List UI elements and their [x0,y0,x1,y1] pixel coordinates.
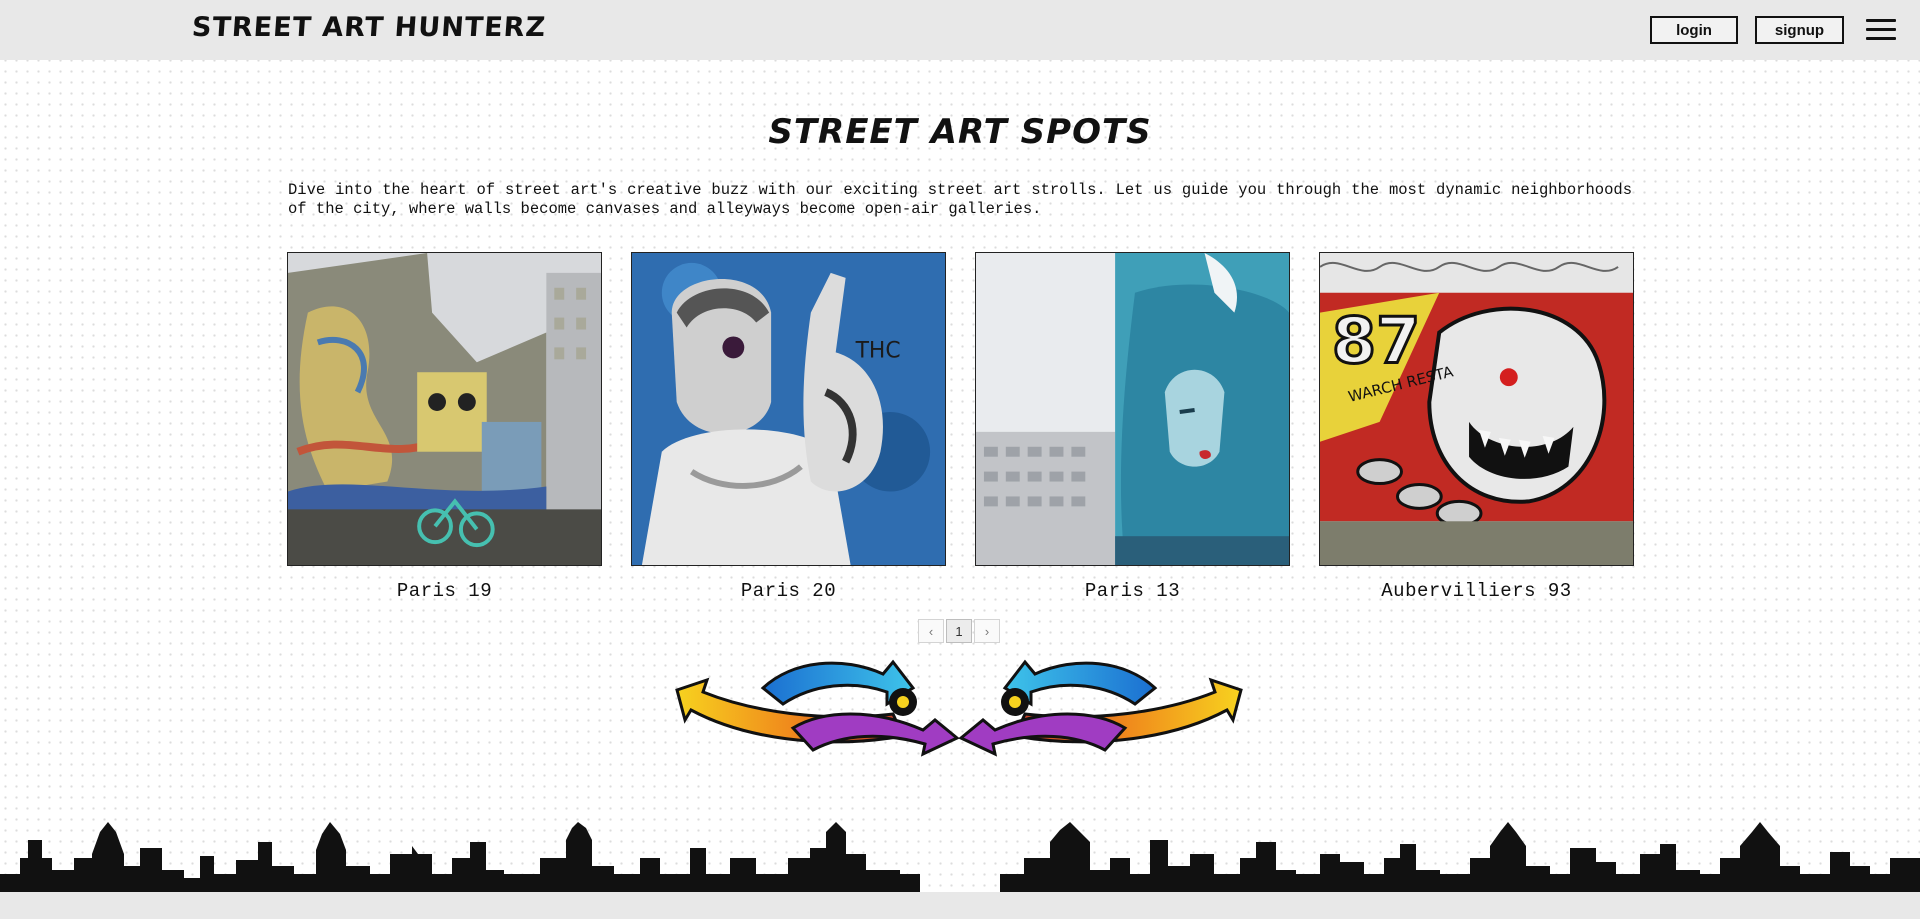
page-title: STREET ART SPOTS [768,112,1152,152]
spot-card[interactable]: Paris 19 [287,252,602,602]
spot-photo[interactable]: THC [631,252,946,566]
spot-card[interactable]: 87 WARCH RESTA Aubervilliers 93 [1319,252,1634,602]
spot-name[interactable]: Aubervilliers 93 [1319,580,1634,602]
chevron-right-icon[interactable]: › [974,619,1000,643]
spot-card[interactable]: Paris 13 [975,252,1290,602]
svg-text:THC: THC [855,338,901,363]
svg-text:87: 87 [1332,303,1420,377]
login-button[interactable]: login [1650,16,1738,44]
intro-paragraph: Dive into the heart of street art's crea… [288,181,1632,218]
graffiti-arrows-illustration [675,659,1243,757]
spot-name[interactable]: Paris 13 [975,580,1290,602]
spot-photo[interactable] [975,252,1290,566]
top-bar: STREET ART HUNTERZ login signup [0,0,1920,60]
spot-photo[interactable]: 87 WARCH RESTA [1319,252,1634,566]
hamburger-menu-icon[interactable] [1866,19,1896,41]
signup-button[interactable]: signup [1755,16,1844,44]
spot-card[interactable]: THC Paris 20 [631,252,946,602]
footer-bar [0,892,1920,919]
brand-logo[interactable]: STREET ART HUNTERZ [191,12,547,43]
city-skyline-illustration [0,822,1920,892]
page-number[interactable]: 1 [946,619,972,643]
spot-photo[interactable] [287,252,602,566]
spot-name[interactable]: Paris 19 [287,580,602,602]
chevron-left-icon[interactable]: ‹ [918,619,944,643]
spot-name[interactable]: Paris 20 [631,580,946,602]
pagination: ‹ 1 › [918,619,1000,643]
